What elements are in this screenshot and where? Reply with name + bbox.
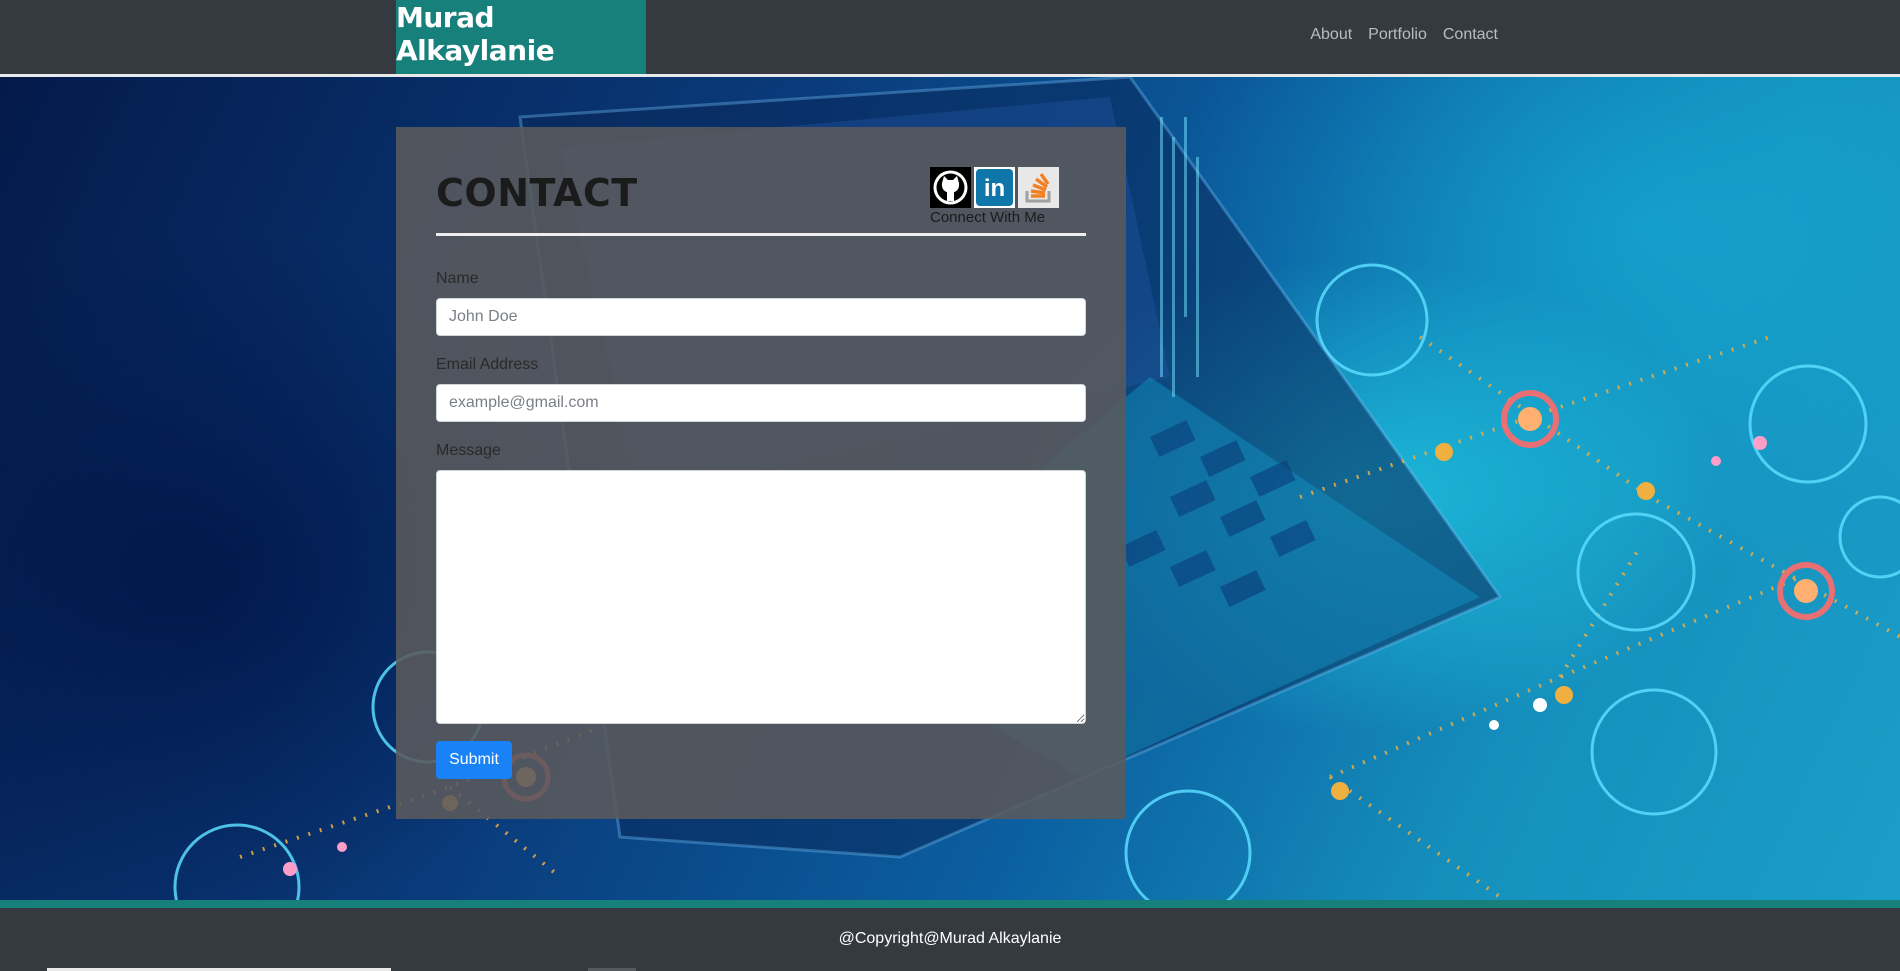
social-links: in Connect With Me bbox=[930, 167, 1070, 226]
footer-copyright: @Copyright@Murad Alkaylanie bbox=[838, 930, 1062, 947]
contact-panel: CONTACT in Connect With Me Name John Doe… bbox=[396, 127, 1126, 819]
page-title: CONTACT bbox=[436, 171, 638, 215]
email-label: Email Address bbox=[436, 356, 539, 373]
message-textarea[interactable] bbox=[436, 470, 1086, 724]
footer: @Copyright@Murad Alkaylanie bbox=[0, 908, 1900, 971]
social-label: Connect With Me bbox=[930, 209, 1046, 226]
nav-link-portfolio[interactable]: Portfolio bbox=[1368, 26, 1427, 44]
submit-button[interactable]: Submit bbox=[436, 741, 512, 779]
brand-logo-link[interactable]: Murad Alkaylanie bbox=[396, 0, 646, 74]
social-icons-row: in bbox=[930, 167, 1070, 208]
name-label: Name bbox=[436, 270, 479, 287]
name-input[interactable] bbox=[436, 298, 1086, 336]
github-icon[interactable] bbox=[930, 167, 971, 208]
stackoverflow-icon[interactable] bbox=[1018, 167, 1059, 208]
navbar: Murad Alkaylanie About Portfolio Contact bbox=[0, 0, 1900, 74]
nav-links: About Portfolio Contact bbox=[1310, 26, 1498, 44]
message-label: Message bbox=[436, 442, 501, 459]
svg-text:in: in bbox=[984, 175, 1005, 202]
linkedin-icon[interactable]: in bbox=[974, 167, 1015, 208]
email-input[interactable] bbox=[436, 384, 1086, 422]
title-divider bbox=[436, 233, 1086, 236]
nav-link-about[interactable]: About bbox=[1310, 26, 1352, 44]
footer-accent-bar bbox=[0, 900, 1900, 908]
nav-link-contact[interactable]: Contact bbox=[1443, 26, 1498, 44]
